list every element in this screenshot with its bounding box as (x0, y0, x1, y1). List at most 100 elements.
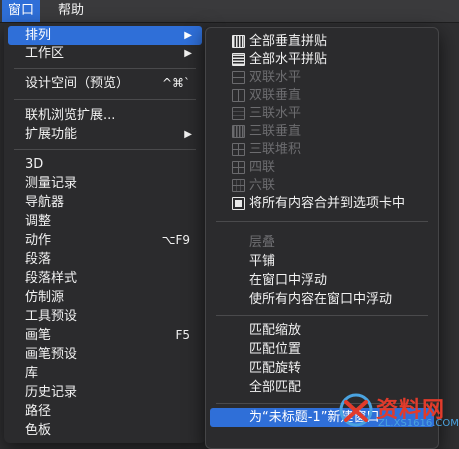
menu-item-swatches[interactable]: 色板 (8, 421, 202, 440)
menu-item-label: 三联垂直 (249, 124, 302, 139)
menu-item-label: 四联 (249, 160, 276, 175)
menu-item-libraries[interactable]: 库 (8, 364, 202, 383)
menu-item-history[interactable]: 历史记录 (8, 383, 202, 402)
menu-item-label: 排列 (25, 28, 52, 43)
menu-item-match-zoom[interactable]: 匹配缩放 (210, 321, 434, 340)
menu-item-6-up: 六联 (210, 176, 434, 195)
menu-item-label: 调整 (25, 214, 52, 229)
menu-separator (14, 149, 196, 150)
arrange-submenu: 全部垂直拼贴 全部水平拼贴 双联水平 双联垂直 三联水平 三联垂直 三联堆积 四… (205, 27, 439, 449)
menu-item-shortcut: ⌥F9 (161, 233, 190, 247)
menu-item-measurement-log[interactable]: 测量记录 (8, 174, 202, 193)
menu-item-paragraph[interactable]: 段落 (8, 250, 202, 269)
menu-item-label: 使所有内容在窗口中浮动 (249, 292, 393, 307)
menu-item-label: 段落样式 (25, 271, 78, 286)
menu-item-label: 测量记录 (25, 176, 78, 191)
menu-item-2-up-vertical: 双联垂直 (210, 86, 434, 105)
menu-item-label: 层叠 (249, 235, 276, 250)
menu-item-3-up-horizontal: 三联水平 (210, 104, 434, 123)
menu-bar: 窗口 帮助 (0, 0, 459, 23)
menu-item-label: 库 (25, 366, 39, 381)
menu-item-tile-all-horizontally[interactable]: 全部水平拼贴 (210, 50, 434, 69)
menu-item-shortcut: F5 (175, 328, 190, 342)
three-up-stacked-icon (232, 143, 245, 156)
menu-item-3-up-stacked: 三联堆积 (210, 140, 434, 159)
menu-item-design-space[interactable]: 设计空间（预览） ^⌘` (8, 74, 202, 93)
window-menu: 排列 ▶ 工作区 ▶ 设计空间（预览） ^⌘` 联机浏览扩展... 扩展功能 ▶… (4, 23, 206, 443)
menu-separator (216, 315, 428, 316)
menu-item-label: 全部水平拼贴 (249, 52, 328, 67)
menu-item-label: 全部垂直拼贴 (249, 34, 328, 49)
menu-item-label: 导航器 (25, 195, 65, 210)
menu-item-arrange[interactable]: 排列 ▶ (8, 26, 202, 45)
menu-item-label: 工作区 (25, 46, 65, 61)
menu-item-float-in-window[interactable]: 在窗口中浮动 (210, 271, 434, 290)
menu-item-label: 画笔 (25, 328, 52, 343)
menu-item-label: 双联垂直 (249, 88, 302, 103)
menu-item-tool-presets[interactable]: 工具预设 (8, 307, 202, 326)
menu-item-workspace[interactable]: 工作区 ▶ (8, 44, 202, 63)
menu-item-label: 联机浏览扩展... (25, 108, 116, 123)
tile-vertical-icon (232, 35, 245, 48)
menu-item-brushes[interactable]: 画笔 F5 (8, 326, 202, 345)
three-up-horizontal-icon (232, 107, 245, 120)
menu-item-tile[interactable]: 平铺 (210, 252, 434, 271)
menu-item-label: 匹配位置 (249, 342, 302, 357)
menu-item-label: 段落 (25, 252, 52, 267)
menu-item-browse-extensions[interactable]: 联机浏览扩展... (8, 106, 202, 125)
menu-item-cascade: 层叠 (210, 233, 434, 252)
tile-horizontal-icon (232, 53, 245, 66)
menu-item-brush-presets[interactable]: 画笔预设 (8, 345, 202, 364)
menu-separator (216, 221, 428, 222)
menu-item-label: 三联水平 (249, 106, 302, 121)
menu-item-tile-all-vertically[interactable]: 全部垂直拼贴 (210, 32, 434, 51)
menu-item-label: 扩展功能 (25, 127, 78, 142)
submenu-arrow-icon: ▶ (184, 30, 192, 41)
menu-item-label: 匹配旋转 (249, 361, 302, 376)
menu-separator (14, 99, 196, 100)
submenu-arrow-icon: ▶ (184, 129, 192, 140)
menu-item-float-all-in-windows[interactable]: 使所有内容在窗口中浮动 (210, 290, 434, 309)
consolidate-tabs-icon (232, 197, 245, 210)
menu-item-extensions[interactable]: 扩展功能 ▶ (8, 125, 202, 144)
menu-item-label: 历史记录 (25, 385, 78, 400)
menu-item-label: 平铺 (249, 254, 276, 269)
four-up-icon (232, 161, 245, 174)
menu-item-match-location[interactable]: 匹配位置 (210, 340, 434, 359)
menu-separator (14, 68, 196, 69)
menu-item-consolidate-all-to-tabs[interactable]: 将所有内容合并到选项卡中 (210, 194, 434, 213)
menu-item-label: 动作 (25, 233, 52, 248)
menu-item-label: 色板 (25, 423, 52, 438)
menu-item-navigator[interactable]: 导航器 (8, 193, 202, 212)
menu-item-adjustments[interactable]: 调整 (8, 212, 202, 231)
submenu-arrow-icon: ▶ (184, 48, 192, 59)
two-up-vertical-icon (232, 89, 245, 102)
menu-window[interactable]: 窗口 (2, 0, 41, 22)
menu-item-label: 将所有内容合并到选项卡中 (249, 196, 406, 211)
three-up-vertical-icon (232, 125, 245, 138)
menu-item-label: 全部匹配 (249, 380, 302, 395)
menu-item-label: 设计空间（预览） (25, 76, 130, 91)
menu-item-shortcut: ^⌘` (161, 76, 190, 90)
menu-item-label: 六联 (249, 178, 276, 193)
menu-item-label: 在窗口中浮动 (249, 273, 328, 288)
menu-item-label: 工具预设 (25, 309, 78, 324)
menu-item-actions[interactable]: 动作 ⌥F9 (8, 231, 202, 250)
menu-item-3-up-vertical: 三联垂直 (210, 122, 434, 141)
menu-item-label: 路径 (25, 404, 52, 419)
menu-item-3d[interactable]: 3D (8, 155, 202, 174)
watermark-logo-icon (339, 393, 373, 427)
menu-item-clone-source[interactable]: 仿制源 (8, 288, 202, 307)
six-up-icon (232, 179, 245, 192)
menu-item-paths[interactable]: 路径 (8, 402, 202, 421)
menu-item-label: 画笔预设 (25, 347, 78, 362)
menu-item-label: 3D (25, 157, 44, 172)
menu-item-label: 三联堆积 (249, 142, 302, 157)
menu-item-label: 匹配缩放 (249, 323, 302, 338)
menu-item-label: 双联水平 (249, 70, 302, 85)
menu-help[interactable]: 帮助 (52, 0, 90, 22)
two-up-horizontal-icon (232, 71, 245, 84)
menu-item-match-rotation[interactable]: 匹配旋转 (210, 359, 434, 378)
menu-item-2-up-horizontal: 双联水平 (210, 68, 434, 87)
menu-item-paragraph-styles[interactable]: 段落样式 (8, 269, 202, 288)
